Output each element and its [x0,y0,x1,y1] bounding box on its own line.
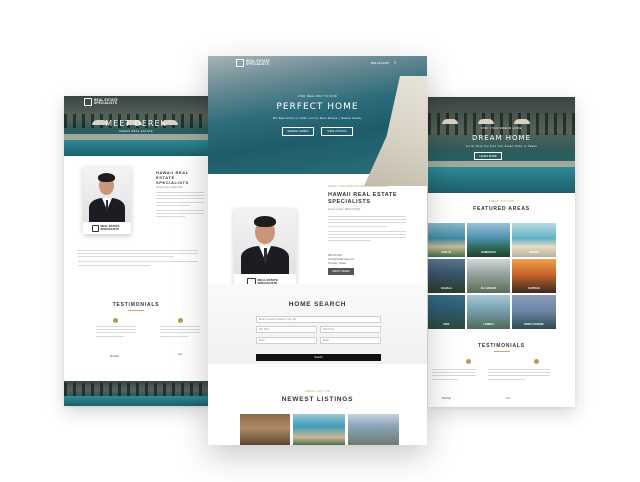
testimonials-title: TESTIMONIALS [478,343,525,349]
about-subline: Derek Cortez, REALTOR(S) [328,208,361,211]
hero-subtitle: Let Us Help You Find Your Dream Home in … [465,145,538,148]
about-heading-block: HAWAII REAL ESTATE SPECIALISTS Derek Cor… [156,170,206,189]
hero-beach-image [208,56,427,186]
max-price-select[interactable]: Max Price [320,326,381,333]
testimonial-text [488,369,550,382]
view-listings-button[interactable]: VIEW LISTINGS [321,127,353,136]
newest-listings-title: NEWEST LISTINGS [281,396,354,403]
hero-subtitle: HAWAII REAL ESTATE [118,130,154,133]
quote-icon [534,359,539,364]
areas-kicker: CHECK OUT OUR [488,200,515,203]
about-heading: HAWAII REAL ESTATE SPECIALISTS [328,192,398,205]
bio-paragraph [78,250,198,268]
featured-areas-title: FEATURED AREAS [473,206,530,212]
listing-card[interactable] [240,414,290,445]
quote-icon [466,359,471,364]
about-heading: HAWAII REAL ESTATE SPECIALISTS [156,170,189,185]
listing-card[interactable] [348,414,399,445]
nav-phone[interactable]: 808.123.4567 [371,61,389,65]
area-tile[interactable]: ALA MOANA [467,259,510,293]
logo-text: REAL ESTATE SPECIALISTS [94,97,118,105]
keyword-search-input[interactable]: Enter Keyword, Address, City, Zip [256,316,381,323]
testimonial-author: Michael [110,355,119,358]
hero-kicker: FIND YOUR DREAM HOME [481,127,522,130]
about-derek-button[interactable]: ABOUT DEREK [328,268,354,275]
logo-text: REAL ESTATE SPECIALISTS [246,58,270,66]
logo-icon [91,224,99,232]
agent-badge: REAL ESTATE SPECIALISTS [83,222,131,234]
about-subline: Derek Cortez, REALTOR [156,186,183,189]
area-tile[interactable]: LANIKAI [467,295,510,329]
home-search-title: HOME SEARCH [288,301,347,308]
agent-headshot: REAL ESTATE SPECIALISTS [83,166,131,234]
area-tile[interactable]: KAPOLEI [512,259,556,293]
about-paragraph [328,216,406,243]
page-title: PERFECT HOME [276,102,359,112]
areas-page-preview: FIND YOUR DREAM HOME DREAM HOME Let Us H… [428,97,575,407]
area-tile[interactable]: KAILUA [428,223,465,257]
baths-select[interactable]: Baths [320,337,381,344]
about-page-preview: REAL ESTATE SPECIALISTS MEET DEREK HAWAI… [64,96,208,406]
logo-icon [84,98,92,106]
min-price-select[interactable]: Min Price [256,326,317,333]
testimonial-text [96,326,136,339]
search-homes-button[interactable]: SEARCH HOMES [282,127,314,136]
search-section [208,284,427,364]
contact-location: Honolulu, Hawaii [328,262,346,265]
listing-card[interactable] [293,414,345,445]
menu-icon[interactable]: ≡ [394,60,396,65]
hero-kicker: FIND REAL WAY TO FIND [297,95,338,98]
area-tile[interactable]: KAHALA [428,259,465,293]
testimonial-text [432,369,476,382]
quote-icon [178,318,183,323]
title-underline [494,351,510,352]
home-page-preview: REAL ESTATE SPECIALISTS 808.123.4567 ≡ F… [208,56,427,445]
beds-select[interactable]: Beds [256,337,317,344]
area-tile[interactable]: EWA [428,295,465,329]
page-title: DREAM HOME [472,134,531,142]
page-title: MEET DEREK [105,119,167,128]
area-tile[interactable]: NORTH SHORE [512,295,556,329]
quote-icon [113,318,118,323]
listings-kicker: CHECK OUT THE [305,390,330,393]
area-tile[interactable]: HAWAII KAI [467,223,510,257]
search-button[interactable]: Search [256,354,381,361]
site-logo[interactable]: REAL ESTATE SPECIALISTS [236,59,274,67]
about-kicker: ABOUT THE REAL ESTATE SPECIALISTS [328,185,388,188]
testimonial-author: Michael [442,397,451,400]
site-logo[interactable]: REAL ESTATE SPECIALISTS [84,98,120,106]
about-paragraph [156,192,204,219]
logo-icon [236,59,244,67]
testimonial-text [160,326,200,339]
testimonials-title: TESTIMONIALS [112,302,160,308]
learn-more-button[interactable]: LEARN MORE [474,152,502,160]
testimonial-author: Kim [506,397,511,400]
testimonial-author: Kim [178,353,183,356]
agent-headshot: REAL ESTATE SPECIALISTS [234,208,296,290]
footer-pool-image [64,381,208,406]
title-underline [128,310,144,311]
area-tile[interactable]: WAIKIKI [512,223,556,257]
hero-subtitle: We Specialize in Oahu Luxury Real Estate… [272,117,363,120]
contact-list: 808.123.4567 derek@hawaiirealty.com Hono… [328,254,354,266]
